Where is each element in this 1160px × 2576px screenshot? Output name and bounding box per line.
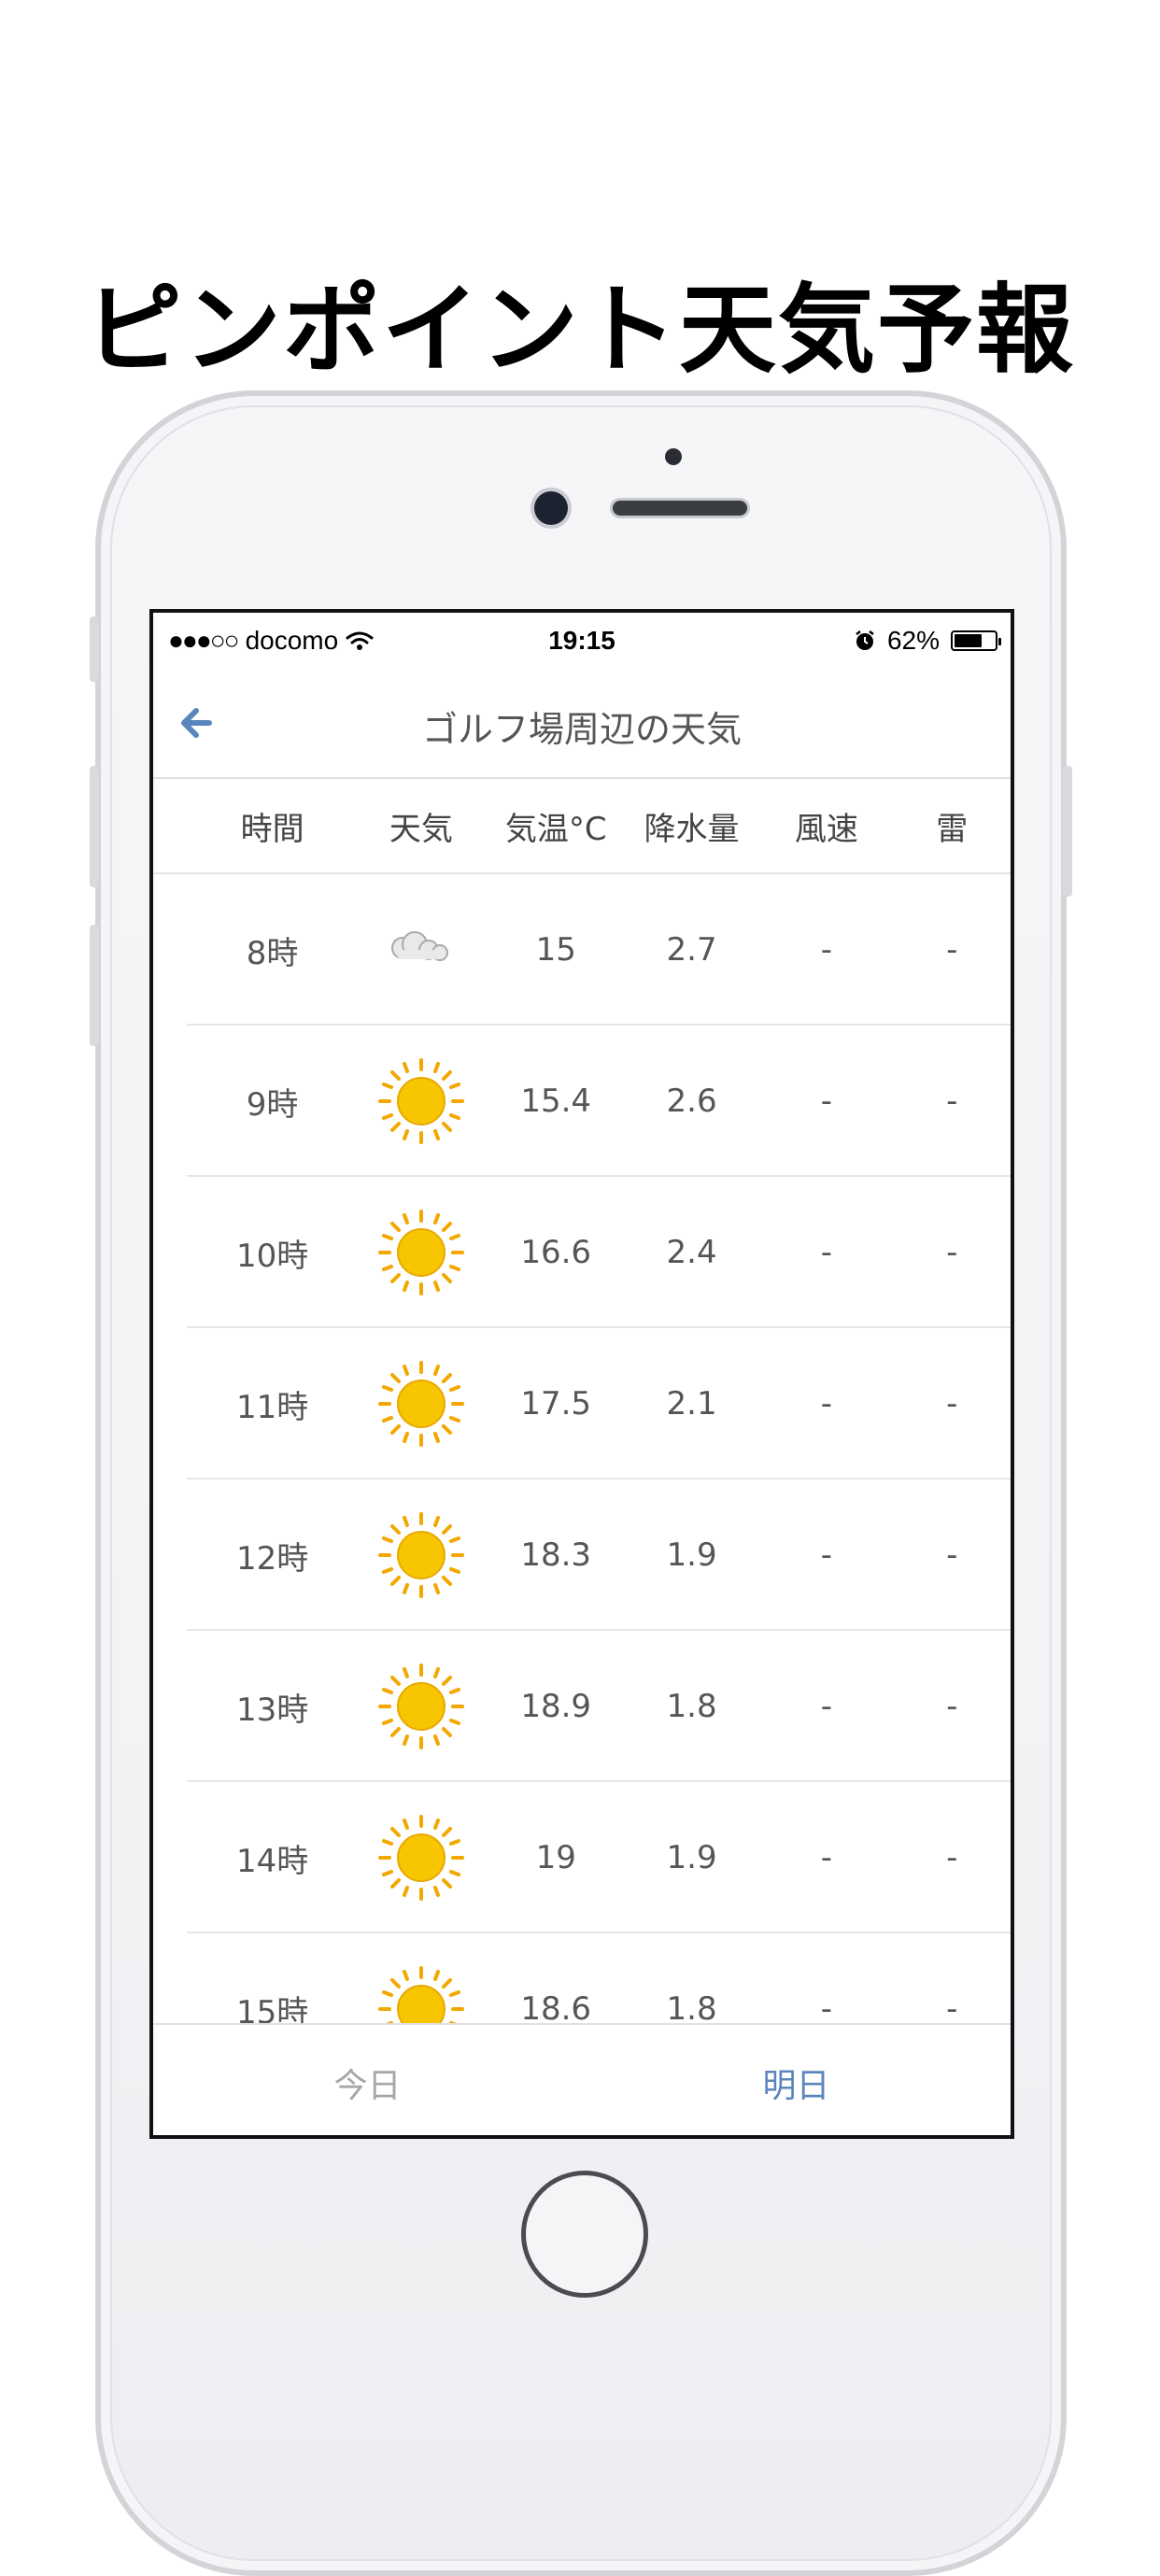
- sun-icon: [377, 1210, 464, 1295]
- precip-cell: 1.9: [666, 1536, 717, 1574]
- temp-cell: 15: [535, 931, 576, 969]
- sun-icon: [377, 1512, 464, 1598]
- promo-headline: ピンポイント天気予報: [84, 273, 1075, 387]
- temp-cell: 17.5: [520, 1385, 592, 1422]
- power-button: [1063, 766, 1072, 897]
- wind-cell: -: [820, 1990, 833, 2028]
- hour-cell: 14時: [235, 1842, 309, 1880]
- battery-percent: 62%: [886, 626, 940, 655]
- wind-cell: -: [820, 931, 833, 969]
- hour-cell: 8時: [246, 934, 299, 972]
- page-title: ゴルフ場周辺の天気: [421, 709, 742, 750]
- wind-cell: -: [820, 1083, 833, 1120]
- wind-cell: -: [820, 1688, 833, 1725]
- header-thunder: 雷: [936, 810, 969, 848]
- temp-cell: 16.6: [520, 1234, 592, 1271]
- header-hour: 時間: [240, 810, 304, 848]
- thunder-cell: -: [946, 931, 958, 969]
- table-row: 14時 19 1.9 - -: [153, 1782, 1011, 1933]
- thunder-cell: -: [946, 1536, 958, 1574]
- table-row: 11時 17.5 2.1 - -: [153, 1328, 1011, 1479]
- precip-cell: 2.7: [666, 931, 717, 969]
- precip-cell: 2.6: [666, 1083, 717, 1120]
- thunder-cell: -: [946, 1688, 958, 1725]
- alarm-icon: [856, 630, 874, 650]
- wind-cell: -: [820, 1234, 833, 1271]
- volume-up-button: [90, 766, 99, 887]
- header-precip: 降水量: [644, 810, 740, 848]
- hour-cell: 13時: [235, 1691, 309, 1729]
- volume-down-button: [90, 925, 99, 1046]
- sun-icon: [377, 1663, 464, 1749]
- precip-cell: 1.8: [666, 1688, 717, 1725]
- thunder-cell: -: [946, 1083, 958, 1120]
- precip-cell: 1.8: [666, 1990, 717, 2028]
- precip-cell: 2.1: [666, 1385, 717, 1422]
- thunder-cell: -: [946, 1839, 958, 1876]
- table-row: 8時 15 2.7 - -: [153, 874, 1011, 1026]
- temp-cell: 18.3: [520, 1536, 592, 1574]
- header-temp: 気温°C: [504, 810, 607, 848]
- precip-cell: 2.4: [666, 1234, 717, 1271]
- header-wind: 風速: [794, 810, 858, 848]
- front-camera: [534, 491, 568, 525]
- forecast-list: 8時 15 2.7 - - 9時 15.4 2.6 - - 10時 16.6 2…: [153, 874, 1011, 2085]
- hour-cell: 12時: [235, 1539, 309, 1578]
- hour-cell: 9時: [246, 1085, 299, 1124]
- cloudy-icon: [390, 931, 448, 961]
- status-bar: ●●●○○ docomo 19:15 62%: [153, 613, 1011, 674]
- hour-cell: 11時: [235, 1388, 309, 1426]
- temp-cell: 18.6: [520, 1990, 592, 2028]
- mute-switch: [90, 616, 99, 682]
- tab-bar: 今日 明日: [153, 2023, 1011, 2135]
- sun-icon: [377, 1058, 464, 1144]
- app-screen: ●●●○○ docomo 19:15 62% ゴルフ場周辺の天気 時間 天気 気…: [149, 609, 1014, 2139]
- wind-cell: -: [820, 1536, 833, 1574]
- table-row: 13時 18.9 1.8 - -: [153, 1631, 1011, 1782]
- tab-tomorrow[interactable]: 明日: [582, 2025, 1011, 2135]
- wind-cell: -: [820, 1385, 833, 1422]
- temp-cell: 18.9: [520, 1688, 592, 1725]
- wind-cell: -: [820, 1839, 833, 1876]
- thunder-cell: -: [946, 1234, 958, 1271]
- hour-cell: 10時: [235, 1237, 309, 1275]
- sun-icon: [377, 1815, 464, 1901]
- header-weather: 天気: [389, 810, 453, 848]
- battery-icon: [951, 630, 1001, 651]
- thunder-cell: -: [946, 1990, 958, 2028]
- sun-icon: [377, 1361, 464, 1447]
- home-button[interactable]: [521, 2171, 648, 2298]
- table-row: 12時 18.3 1.9 - -: [153, 1479, 1011, 1631]
- proximity-sensor: [665, 448, 682, 465]
- table-header: 時間 天気 気温°C 降水量 風速 雷: [153, 779, 1011, 874]
- table-row: 10時 16.6 2.4 - -: [153, 1177, 1011, 1328]
- nav-bar: ゴルフ場周辺の天気: [153, 674, 1011, 779]
- temp-cell: 19: [535, 1839, 576, 1876]
- table-row: 9時 15.4 2.6 - -: [153, 1026, 1011, 1177]
- temp-cell: 15.4: [520, 1083, 592, 1120]
- precip-cell: 1.9: [666, 1839, 717, 1876]
- thunder-cell: -: [946, 1385, 958, 1422]
- earpiece-speaker: [613, 501, 747, 516]
- tab-today[interactable]: 今日: [153, 2025, 582, 2135]
